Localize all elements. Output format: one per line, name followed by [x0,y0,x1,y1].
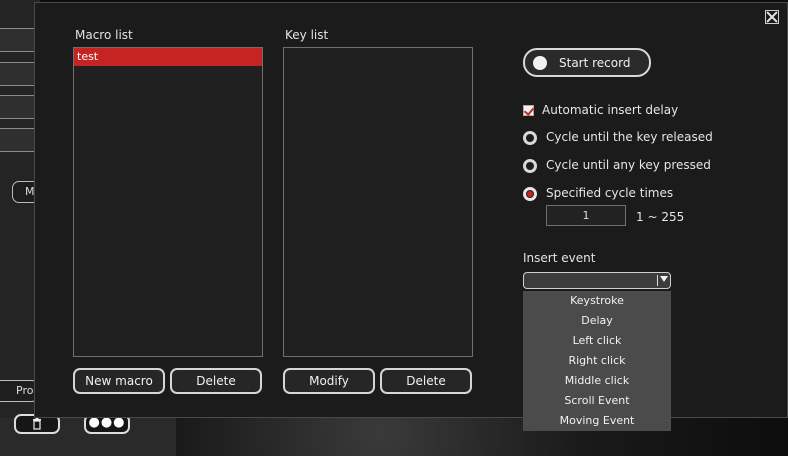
background-profile-button[interactable]: Pro [0,380,38,402]
cycle-until-any-key-radio[interactable] [523,159,537,173]
chevron-down-icon[interactable] [660,276,668,282]
select-separator [657,275,658,286]
modify-button[interactable]: Modify [283,368,375,394]
automatic-insert-delay-label: Automatic insert delay [542,103,679,117]
specified-cycle-times-radio[interactable] [523,187,537,201]
dropdown-option-right-click[interactable]: Right click [523,351,671,371]
macro-list-label: Macro list [75,28,133,42]
background-tab[interactable] [0,62,36,86]
insert-event-dropdown: Keystroke Delay Left click Right click M… [523,291,671,431]
cycle-times-input[interactable] [546,205,626,226]
insert-event-select[interactable] [523,272,671,289]
macro-list-item[interactable]: test [74,48,262,66]
dropdown-option-moving-event[interactable]: Moving Event [523,411,671,431]
dropdown-option-left-click[interactable]: Left click [523,331,671,351]
background-tab[interactable] [0,95,36,119]
background-tab[interactable] [0,28,36,52]
automatic-insert-delay-checkbox[interactable] [523,105,534,116]
cycle-range-label: 1 ~ 255 [636,210,685,224]
close-icon[interactable] [765,10,779,24]
delete-key-button[interactable]: Delete [380,368,472,394]
dropdown-option-middle-click[interactable]: Middle click [523,371,671,391]
start-record-button[interactable]: Start record [523,48,651,77]
cycle-until-released-radio[interactable] [523,131,537,145]
cycle-until-any-key-label: Cycle until any key pressed [546,158,711,172]
key-list[interactable] [283,47,473,357]
dropdown-option-scroll-event[interactable]: Scroll Event [523,391,671,411]
background-tab[interactable] [0,128,36,152]
dropdown-option-delay[interactable]: Delay [523,311,671,331]
key-list-label: Key list [285,28,329,42]
record-icon [533,56,547,70]
macro-list[interactable]: test [73,47,263,357]
new-macro-button[interactable]: New macro [73,368,165,394]
start-record-label: Start record [559,56,631,70]
trash-icon [33,418,41,430]
delete-macro-button[interactable]: Delete [170,368,262,394]
dropdown-option-keystroke[interactable]: Keystroke [523,291,671,311]
cycle-until-released-label: Cycle until the key released [546,130,713,144]
insert-event-label: Insert event [523,251,596,265]
specified-cycle-times-label: Specified cycle times [546,186,674,200]
